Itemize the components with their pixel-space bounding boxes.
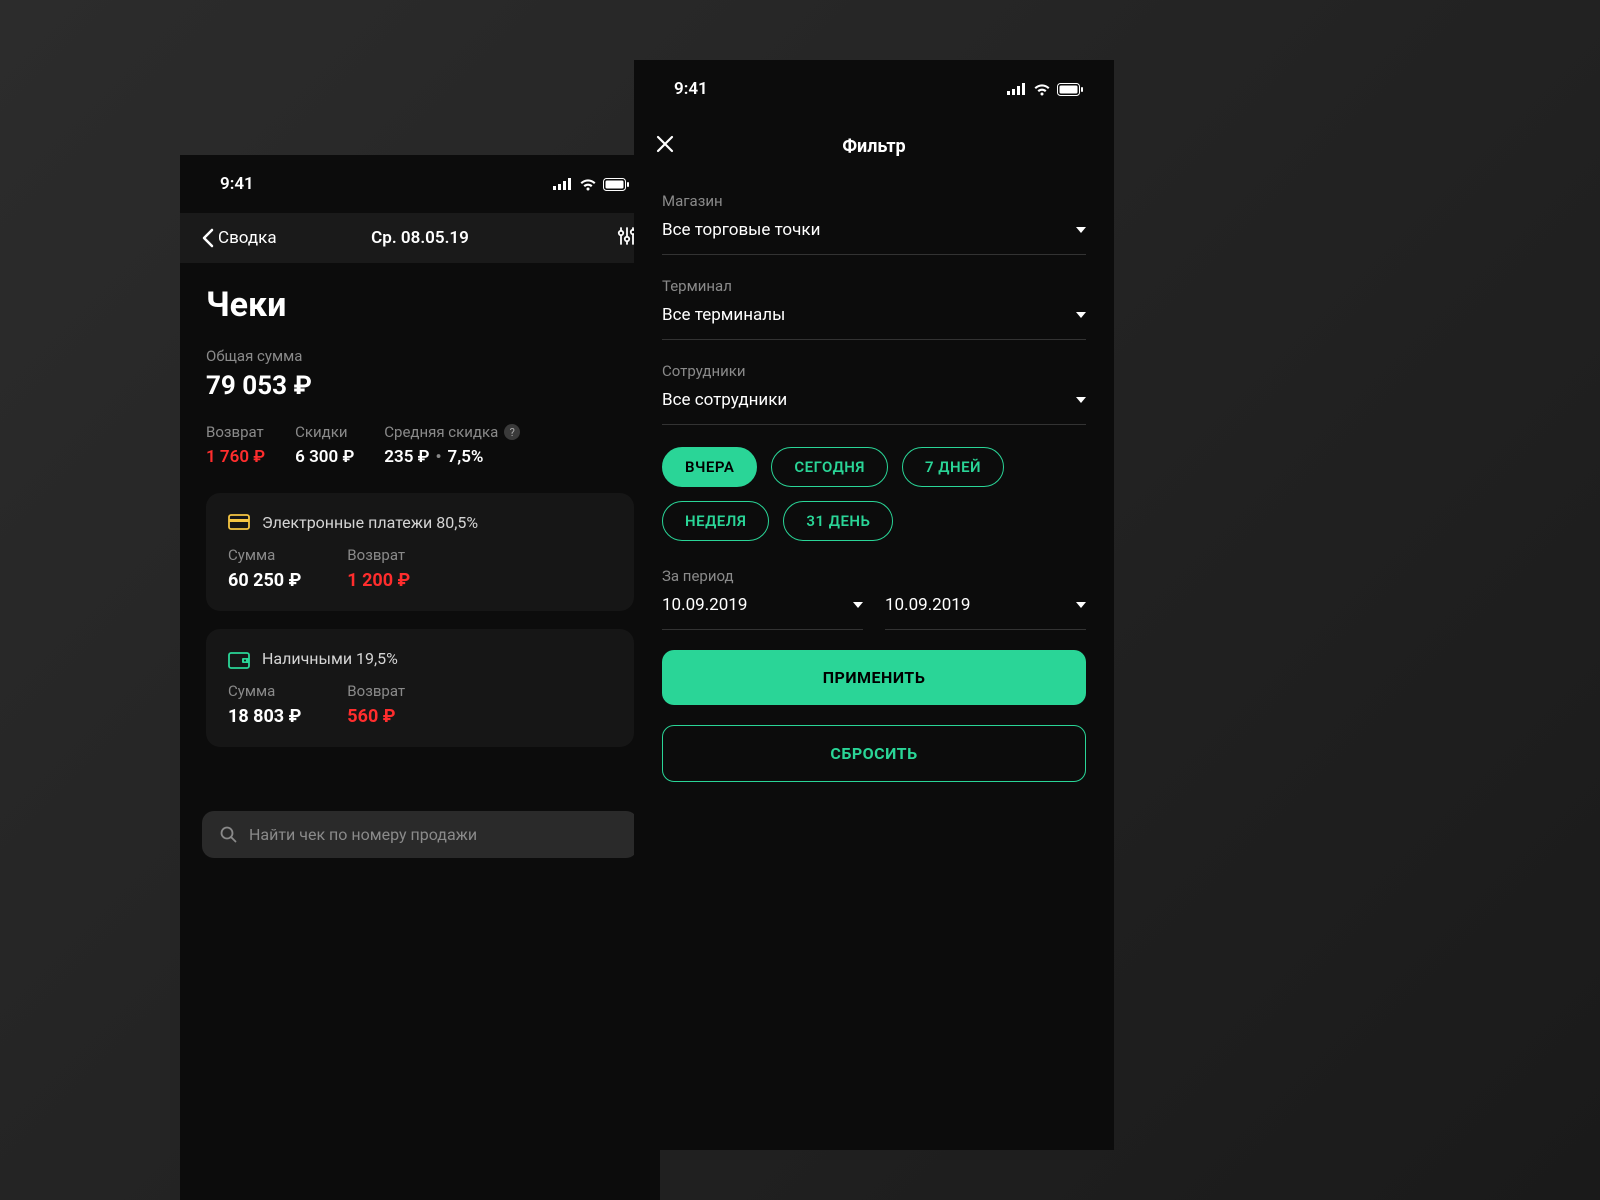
search-icon xyxy=(220,826,237,843)
stat-refund-value: 1 760 ₽ xyxy=(206,447,265,467)
wifi-icon xyxy=(1033,83,1051,96)
stat-refund-label: Возврат xyxy=(206,423,265,441)
stat-discounts: Скидки 6 300 ₽ xyxy=(295,423,354,467)
filter-screen: 9:41 Фильтр Магазин Все торговые точки Т… xyxy=(634,60,1114,1150)
card-electronic-refund-value: 1 200 ₽ xyxy=(347,570,410,591)
stat-avg-discount-label-text: Средняя скидка xyxy=(384,423,498,441)
card-cash-payments[interactable]: Наличными 19,5% Сумма 18 803 ₽ Возврат 5… xyxy=(206,629,634,747)
back-button[interactable]: Сводка xyxy=(202,228,277,248)
page-title: Чеки xyxy=(206,285,634,325)
chevron-down-icon xyxy=(1076,312,1086,318)
close-icon xyxy=(656,135,674,153)
receipts-content: Чеки Общая сумма 79 053 ₽ Возврат 1 760 … xyxy=(180,263,660,787)
card-electronic-payments[interactable]: Электронные платежи 80,5% Сумма 60 250 ₽… xyxy=(206,493,634,611)
status-time: 9:41 xyxy=(220,174,254,194)
period-from-value: 10.09.2019 xyxy=(662,595,747,615)
date-chips: ВЧЕРА СЕГОДНЯ 7 ДНЕЙ НЕДЕЛЯ 31 ДЕНЬ xyxy=(662,447,1086,541)
avg-discount-amount: 235 ₽ xyxy=(384,447,429,467)
reset-button[interactable]: СБРОСИТЬ xyxy=(662,725,1086,782)
filter-terminal-label: Терминал xyxy=(662,277,1086,295)
stat-discounts-value: 6 300 ₽ xyxy=(295,447,354,467)
status-icons xyxy=(1007,83,1084,96)
status-bar: 9:41 xyxy=(180,155,660,213)
search-input[interactable]: Найти чек по номеру продажи xyxy=(202,811,638,858)
card-cash-sum-label: Сумма xyxy=(228,682,301,700)
chevron-down-icon xyxy=(1076,397,1086,403)
total-amount: 79 053 ₽ xyxy=(206,371,634,401)
filter-terminal-value: Все терминалы xyxy=(662,305,785,325)
filter-content: Магазин Все торговые точки Терминал Все … xyxy=(634,174,1114,800)
card-cash-refund-value: 560 ₽ xyxy=(347,706,405,727)
nav-date: Ср. 08.05.19 xyxy=(371,228,469,248)
chip-7days[interactable]: 7 ДНЕЙ xyxy=(902,447,1004,487)
total-label: Общая сумма xyxy=(206,347,634,365)
receipts-screen: 9:41 Сводка Ср. 08.05.19 Чеки Общая сумм… xyxy=(180,155,660,1200)
filter-terminal-select[interactable]: Все терминалы xyxy=(662,305,1086,340)
chip-today[interactable]: СЕГОДНЯ xyxy=(771,447,888,487)
stat-discounts-label: Скидки xyxy=(295,423,354,441)
stat-avg-discount-value: 235 ₽•7,5% xyxy=(384,447,520,467)
period-to-select[interactable]: 10.09.2019 xyxy=(885,595,1086,630)
filter-nav: Фильтр xyxy=(634,118,1114,174)
stat-avg-discount-label: Средняя скидка ? xyxy=(384,423,520,441)
filter-store: Магазин Все торговые точки xyxy=(662,192,1086,255)
card-cash-title: Наличными 19,5% xyxy=(262,649,398,668)
card-electronic-title: Электронные платежи 80,5% xyxy=(262,513,478,532)
filter-employees-select[interactable]: Все сотрудники xyxy=(662,390,1086,425)
period-from-select[interactable]: 10.09.2019 xyxy=(662,595,863,630)
chip-31days[interactable]: 31 ДЕНЬ xyxy=(783,501,893,541)
stats-row: Возврат 1 760 ₽ Скидки 6 300 ₽ Средняя с… xyxy=(206,423,634,467)
chip-yesterday[interactable]: ВЧЕРА xyxy=(662,447,757,487)
period-label: За период xyxy=(662,567,1086,585)
status-icons xyxy=(553,178,630,191)
battery-icon xyxy=(603,178,630,191)
filter-title: Фильтр xyxy=(634,136,1114,157)
cellular-icon xyxy=(553,178,573,190)
chip-week[interactable]: НЕДЕЛЯ xyxy=(662,501,769,541)
battery-icon xyxy=(1057,83,1084,96)
chevron-down-icon xyxy=(1076,602,1086,608)
search-placeholder: Найти чек по номеру продажи xyxy=(249,825,477,844)
avg-discount-percent: 7,5% xyxy=(448,447,484,467)
back-label: Сводка xyxy=(218,228,277,248)
card-electronic-refund-label: Возврат xyxy=(347,546,410,564)
wallet-icon xyxy=(228,650,250,668)
card-cash-refund-label: Возврат xyxy=(347,682,405,700)
close-button[interactable] xyxy=(656,135,696,157)
help-icon[interactable]: ? xyxy=(504,424,520,440)
filter-employees-value: Все сотрудники xyxy=(662,390,787,410)
chevron-down-icon xyxy=(1076,227,1086,233)
status-bar: 9:41 xyxy=(634,60,1114,118)
stat-avg-discount: Средняя скидка ? 235 ₽•7,5% xyxy=(384,423,520,467)
card-electronic-sum-label: Сумма xyxy=(228,546,301,564)
status-time: 9:41 xyxy=(674,79,708,99)
card-electronic-sum-value: 60 250 ₽ xyxy=(228,570,301,591)
period-to-value: 10.09.2019 xyxy=(885,595,970,615)
chevron-down-icon xyxy=(853,602,863,608)
chevron-left-icon xyxy=(202,228,214,248)
filter-store-select[interactable]: Все торговые точки xyxy=(662,220,1086,255)
filter-employees: Сотрудники Все сотрудники xyxy=(662,362,1086,425)
filter-store-value: Все торговые точки xyxy=(662,220,820,240)
nav-bar: Сводка Ср. 08.05.19 xyxy=(180,213,660,263)
filter-store-label: Магазин xyxy=(662,192,1086,210)
apply-button[interactable]: ПРИМЕНИТЬ xyxy=(662,650,1086,705)
stat-refund: Возврат 1 760 ₽ xyxy=(206,423,265,467)
wifi-icon xyxy=(579,178,597,191)
period-row: 10.09.2019 10.09.2019 xyxy=(662,595,1086,630)
filter-terminal: Терминал Все терминалы xyxy=(662,277,1086,340)
card-icon xyxy=(228,514,250,532)
card-cash-sum-value: 18 803 ₽ xyxy=(228,706,301,727)
cellular-icon xyxy=(1007,83,1027,95)
filter-employees-label: Сотрудники xyxy=(662,362,1086,380)
